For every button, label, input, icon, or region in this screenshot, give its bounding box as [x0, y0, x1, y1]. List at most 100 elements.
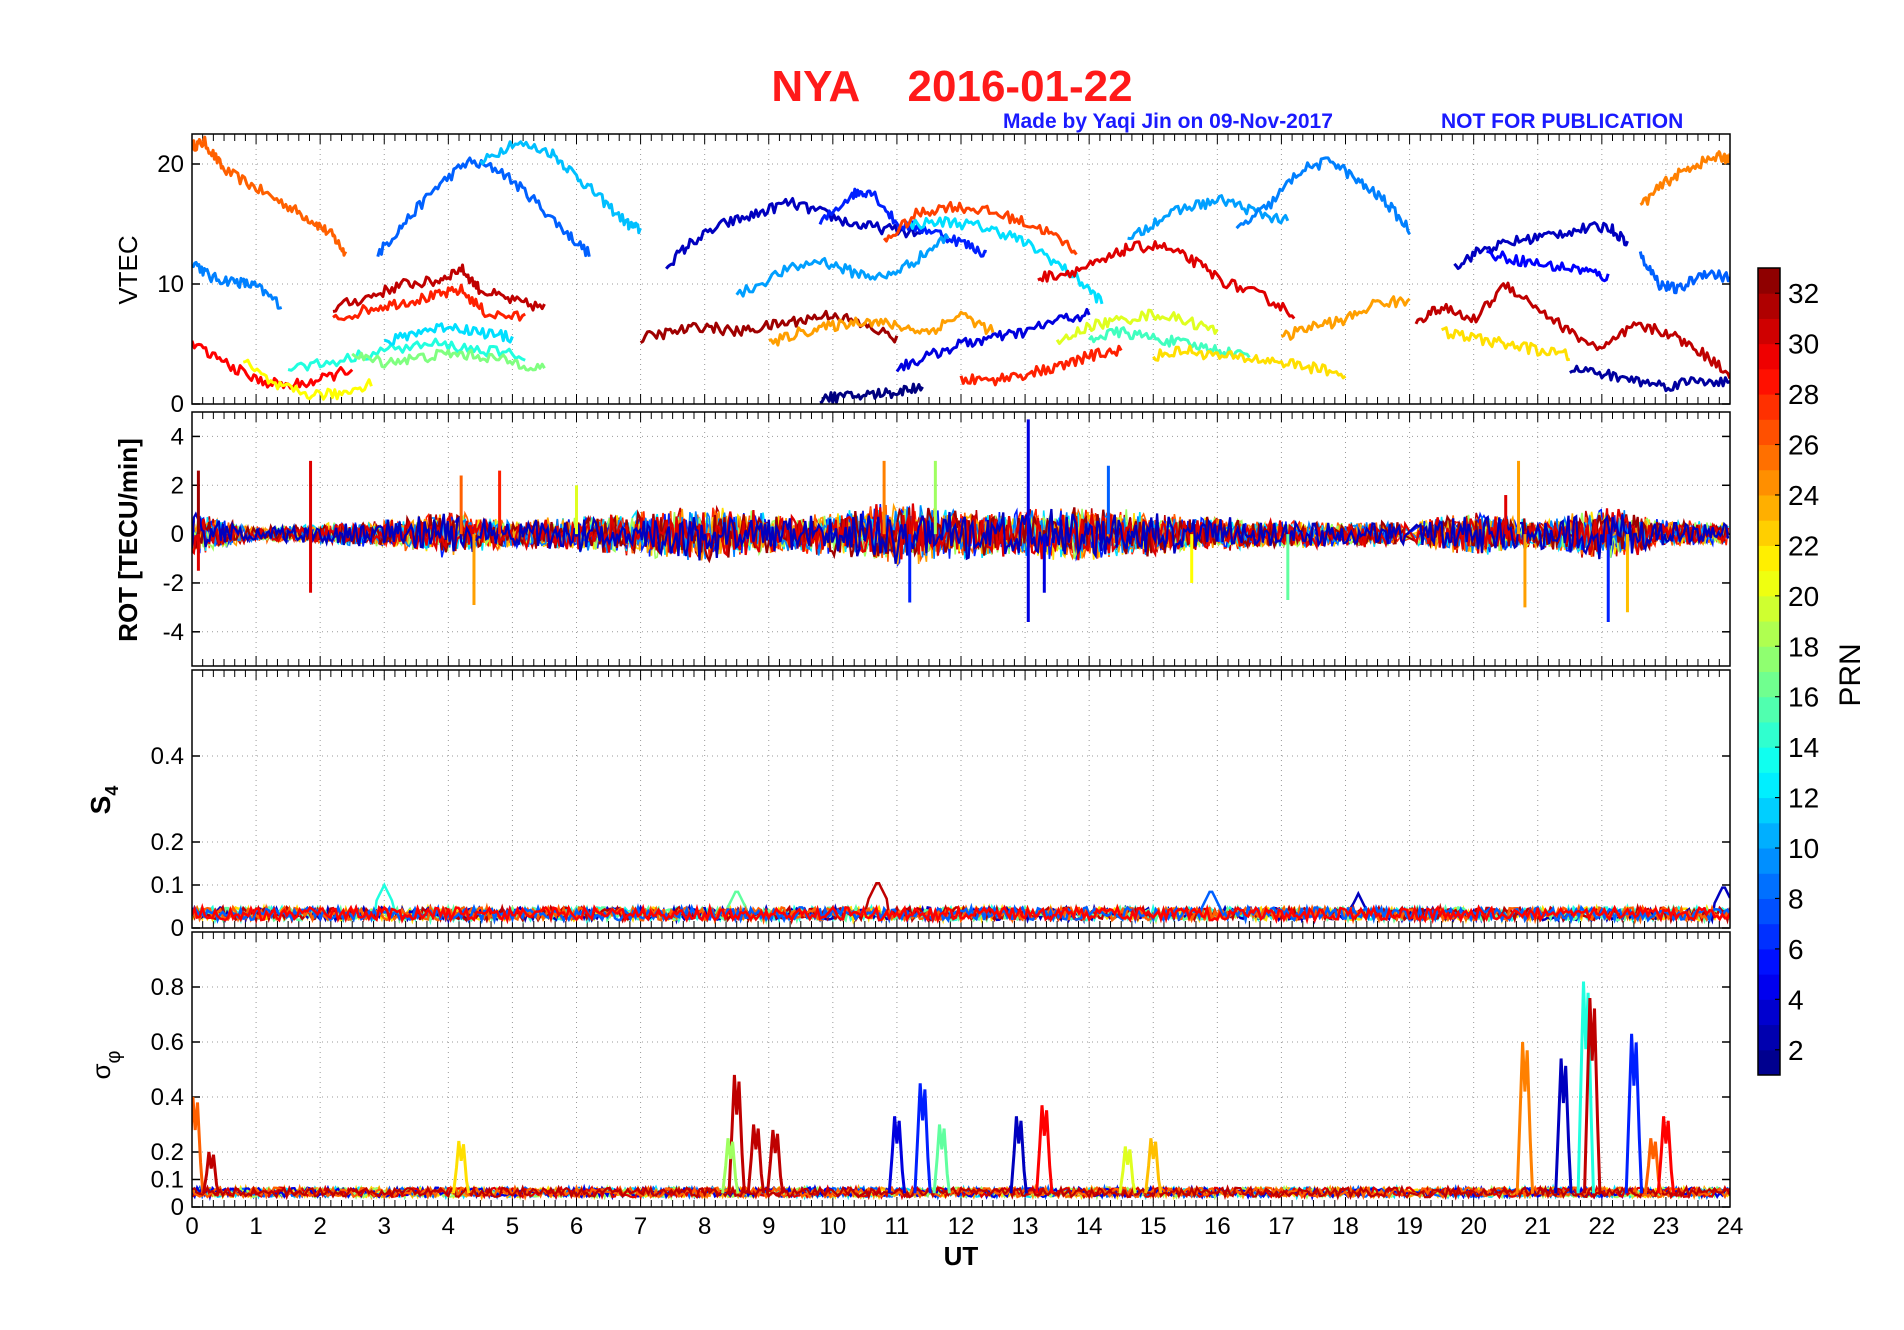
x-tick-label: 24: [1717, 1213, 1744, 1240]
y-tick-label: 0: [171, 1194, 184, 1221]
colorbar-cell: [1758, 848, 1780, 874]
sigma-peak: [1118, 1146, 1137, 1194]
sigma-peak: [1624, 1033, 1644, 1194]
x-tick-label: 6: [570, 1213, 583, 1240]
y-tick-label: 0.2: [151, 829, 184, 856]
sigma-peak: [1554, 1058, 1573, 1194]
vtec-line-prn-32: [639, 309, 899, 344]
vtec-ylabel: VTEC: [113, 235, 143, 304]
y-tick-label: 0.6: [151, 1029, 184, 1056]
colorbar-cell: [1758, 293, 1780, 319]
colorbar-cell: [1758, 268, 1780, 294]
colorbar-cell: [1758, 822, 1780, 849]
colorbar-tick-label: 6: [1788, 934, 1804, 965]
colorbar: 2468101214161820222426283032PRN: [1757, 267, 1867, 1076]
colorbar-cell: [1758, 318, 1780, 345]
colorbar-tick-label: 2: [1788, 1035, 1804, 1066]
x-tick-label: 20: [1460, 1213, 1487, 1240]
sigma-peak: [913, 1083, 932, 1194]
sigma-peak: [1656, 1116, 1676, 1194]
colorbar-cell: [1758, 797, 1780, 824]
colorbar-tick-label: 4: [1788, 984, 1804, 1015]
sigma-peak: [1009, 1116, 1028, 1194]
colorbar-tick-label: 8: [1788, 883, 1804, 914]
x-tick-label: 14: [1076, 1213, 1103, 1240]
colorbar-tick-label: 28: [1788, 379, 1819, 410]
s4-ylabel-sub: 4: [102, 786, 122, 796]
colorbar-cell: [1758, 368, 1780, 395]
x-tick-label: 11: [884, 1213, 909, 1240]
colorbar-cell: [1758, 923, 1780, 950]
sigma-peak: [452, 1140, 471, 1194]
vtec-line-prn-5: [1486, 250, 1610, 283]
colorbar-cell: [1758, 747, 1780, 773]
colorbar-cell: [1758, 520, 1780, 546]
x-tick-label: 8: [698, 1213, 711, 1240]
x-tick-label: 22: [1588, 1213, 1615, 1240]
colorbar-cell: [1758, 1049, 1780, 1076]
vtec-line-prn-2: [1569, 364, 1730, 393]
colorbar-cell: [1758, 570, 1780, 597]
x-tick-label: 7: [634, 1213, 647, 1240]
colorbar-cell: [1758, 419, 1780, 446]
s4-axes: 0 0.1 0.2 0.4: [151, 670, 1730, 942]
colorbar-tick-label: 30: [1788, 329, 1819, 360]
y-tick-label: -4: [163, 619, 184, 646]
figure: NYA 2016-01-22 Made by Yaqi Jin on 09-No…: [0, 0, 1904, 1330]
vtec-line-prn-3: [1453, 221, 1629, 270]
sigma-peak: [202, 1151, 221, 1194]
x-tick-label: 9: [762, 1213, 775, 1240]
colorbar-tick-label: 14: [1788, 732, 1819, 763]
colorbar-cell: [1758, 696, 1780, 723]
x-tick-label: 2: [313, 1213, 326, 1240]
colorbar-cell: [1758, 772, 1780, 799]
x-tick-label: 18: [1332, 1213, 1359, 1240]
y-tick-label: 2: [171, 472, 184, 499]
colorbar-tick-label: 22: [1788, 530, 1819, 561]
x-axis-title: UT: [944, 1241, 979, 1271]
colorbar-cell: [1758, 999, 1780, 1026]
x-tick-label: 12: [948, 1213, 975, 1240]
vtec-line-prn-25: [1639, 150, 1730, 206]
sigma-ylabel: σφ: [86, 1050, 125, 1079]
vtec-line-prn-22: [1441, 326, 1571, 362]
vtec-line-prn-8: [376, 156, 591, 258]
vtec-line-prn-10: [1127, 194, 1290, 241]
x-tick-label: 17: [1268, 1213, 1295, 1240]
x-tick-label: 4: [442, 1213, 455, 1240]
x-tick-label: 10: [819, 1213, 846, 1240]
y-tick-label: -2: [163, 570, 184, 597]
colorbar-tick-label: 10: [1788, 833, 1819, 864]
rot-series: [192, 419, 1730, 623]
colorbar-tick-label: 12: [1788, 783, 1819, 814]
colorbar-tick-label: 26: [1788, 430, 1819, 461]
colorbar-tick-label: 20: [1788, 581, 1819, 612]
vtec-line-prn-8: [1638, 251, 1730, 295]
chart-canvas: 01020-4-202400.10.20.400.10.20.40.60.80 1…: [85, 133, 1867, 1271]
y-tick-label: 0: [171, 391, 184, 418]
colorbar-cell: [1758, 621, 1780, 647]
s4-series: [192, 882, 1730, 926]
vtec-axes: 0 10 20: [157, 134, 1730, 418]
x-tick-label: 0: [185, 1213, 198, 1240]
y-tick-label: 0: [171, 915, 184, 942]
colorbar-cell: [1758, 394, 1780, 420]
y-tick-label: 0.1: [151, 1167, 184, 1194]
y-tick-label: 0.2: [151, 1139, 184, 1166]
sigma_phi-axes: 00.10.2 0.4 0.6 0.8: [151, 932, 1730, 1221]
colorbar-tick-label: 16: [1788, 682, 1819, 713]
y-tick-label: 4: [171, 423, 184, 450]
x-tick-label: 16: [1204, 1213, 1231, 1240]
colorbar-cell: [1758, 469, 1780, 496]
x-tick-label: 15: [1140, 1213, 1167, 1240]
colorbar-cell: [1758, 1024, 1780, 1051]
vtec-series: [192, 135, 1730, 404]
colorbar-cell: [1758, 873, 1780, 899]
s4-ylabel: S4: [85, 786, 122, 815]
y-tick-label: 10: [157, 271, 184, 298]
colorbar-cell: [1758, 671, 1780, 698]
x-tick-label: 19: [1396, 1213, 1423, 1240]
colorbar-cell: [1758, 343, 1780, 370]
colorbar-tick-label: 18: [1788, 631, 1819, 662]
colorbar-cell: [1758, 595, 1780, 622]
